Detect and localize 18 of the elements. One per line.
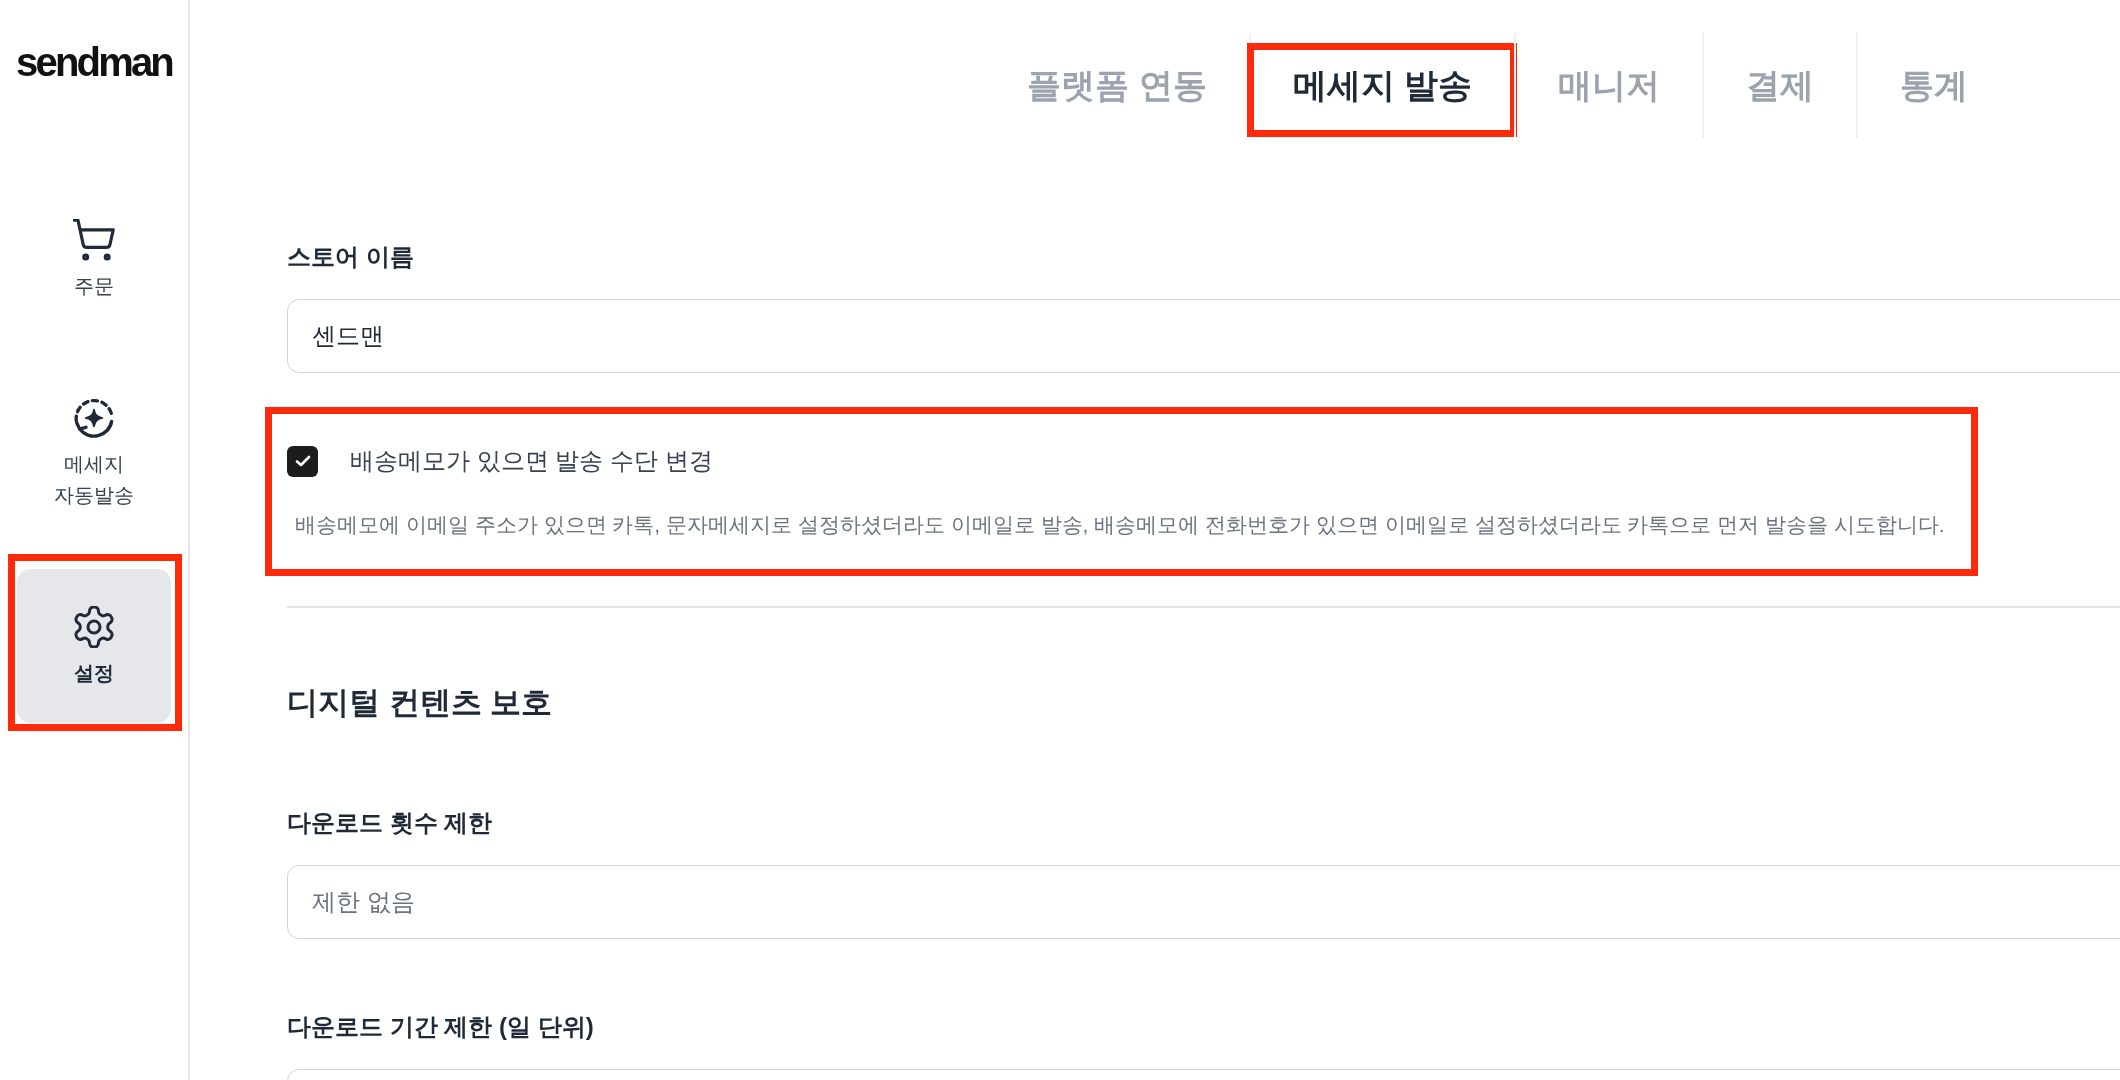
text-field[interactable]: 제한 없음 [287, 865, 2120, 939]
field-label: 스토어 이름 [287, 242, 415, 272]
option-description: 배송메모에 이메일 주소가 있으면 카톡, 문자메세지로 설정하셨더라도 이메일로 발송, 배송메모에 전화번호가 있으면 이메일로 설정하셨더라도 카톡으로 먼저 발송을 시도합니다. [294, 512, 1945, 538]
logo: sendman [16, 42, 172, 82]
field-label: 다운로드 횟수 제한 [287, 808, 494, 838]
sidebar-item[interactable]: 메세지 자동발송 [39, 397, 149, 511]
checkbox[interactable] [287, 445, 318, 477]
tab[interactable]: 메세지 발송 [1250, 33, 1514, 138]
sparkle-refresh-icon [73, 397, 115, 439]
option-label: 배송메모가 있으면 발송 수단 변경 [350, 446, 713, 476]
settings-icon [73, 606, 115, 648]
sidebar-item[interactable]: 주문 [39, 219, 149, 302]
cart-icon [73, 219, 115, 261]
text-field[interactable]: 센드맨 [287, 299, 2120, 373]
check-icon [294, 455, 311, 467]
sidebar-item[interactable]: 설정 [17, 569, 171, 723]
field-label: 다운로드 기간 제한 (일 단위) [287, 1012, 595, 1042]
section-title: 디지털 컨텐츠 보호 [287, 684, 554, 722]
